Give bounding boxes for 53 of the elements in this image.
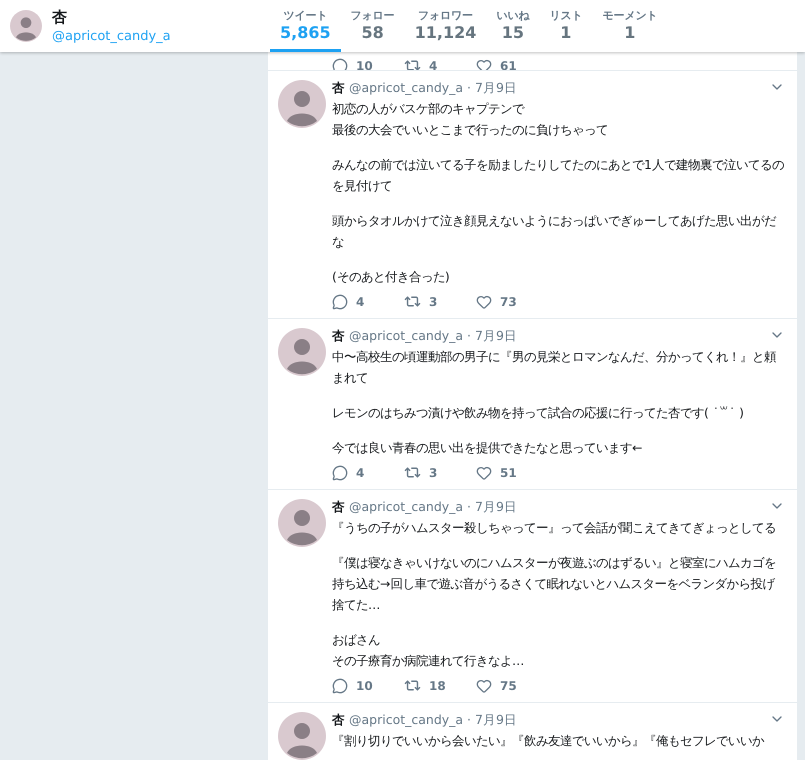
tweet-text: その子療育か病院連れて行きなよ… xyxy=(332,652,526,670)
like-count: 73 xyxy=(500,294,517,308)
profile-handle[interactable]: @apricot_candy_a xyxy=(52,29,171,44)
tweet-text: 『割り切りでいいから会いたい』『飲み友達でいいから』『俺もセフレでいいか xyxy=(332,732,766,750)
tweet-author[interactable]: 杏 xyxy=(332,499,345,516)
stat-tab[interactable]: リスト 1 xyxy=(539,0,592,52)
stat-tab[interactable]: モーメント 1 xyxy=(592,0,668,52)
retweet-count: 3 xyxy=(429,294,438,308)
heart-icon[interactable] xyxy=(476,294,492,310)
stat-tab[interactable]: フォロワー 11,124 xyxy=(404,0,486,52)
tweet-meta: @apricot_candy_a · 7月9日 xyxy=(349,328,517,345)
tweet-text: 今では良い青春の思い出を提供できたなと思っています← xyxy=(332,439,644,457)
avatar[interactable] xyxy=(278,712,326,760)
retweet-count: 4 xyxy=(429,58,438,70)
like-count: 61 xyxy=(500,58,517,70)
avatar[interactable] xyxy=(278,328,326,376)
tweet-text: 『僕は寝なきゃいけないのにハムスターが夜遊ぶのはずるい』と寝室にハムカゴを持ち込む→回し車で遊ぶ音がうるさくて眠れないとハムスターをベランダから投げ捨てた… xyxy=(332,554,777,614)
tweet-text: レモンのはちみつ漬けや飲み物を持って試合の応援に行ってた杏です( ˙꒳˙ ) xyxy=(332,404,745,422)
heart-icon[interactable] xyxy=(476,678,492,694)
reply-icon[interactable] xyxy=(332,678,348,694)
tweet-meta: @apricot_candy_a · 7月9日 xyxy=(349,80,517,97)
retweet-count: 3 xyxy=(429,466,438,480)
tweet-meta: @apricot_candy_a · 7月9日 xyxy=(349,499,517,516)
heart-icon[interactable] xyxy=(476,58,492,70)
tweet-text: みんなの前では泣いてる子を励ましたりしてたのにあとで1人で建物裏で泣いてるのを見付けて xyxy=(332,156,785,195)
reply-icon[interactable] xyxy=(332,464,348,480)
reply-count: 10 xyxy=(356,678,373,692)
tweet-text: 初恋の人がバスケ部のキャプテンで xyxy=(332,100,526,118)
avatar[interactable] xyxy=(278,80,326,128)
tweet-text: (そのあと付き合った) xyxy=(332,268,451,286)
reply-icon[interactable] xyxy=(332,58,348,70)
tweet-text: おばさん xyxy=(332,631,381,649)
stat-tab[interactable]: いいね 15 xyxy=(486,0,540,52)
reply-icon[interactable] xyxy=(332,294,348,310)
tweet-text: 最後の大会でいいとこまで行ったのに負けちゃって xyxy=(332,121,609,139)
avatar[interactable] xyxy=(278,499,326,547)
stat-tab[interactable]: フォロー 58 xyxy=(340,0,405,52)
avatar[interactable] xyxy=(10,10,42,42)
profile-name: 杏 xyxy=(52,8,68,27)
tweet-author[interactable]: 杏 xyxy=(332,328,345,345)
tweet-text: 中〜高校生の頃運動部の男子に『男の見栄とロマンなんだ、分かってくれ！』と頼まれて xyxy=(332,348,777,387)
tweet-text: 頭からタオルかけて泣き顔見えないようにおっぱいでぎゅーしてあげた思い出がだな xyxy=(332,212,778,251)
reply-count: 10 xyxy=(356,58,373,70)
like-count: 75 xyxy=(500,678,517,692)
reply-count: 4 xyxy=(356,294,364,308)
retweet-count: 18 xyxy=(429,678,446,692)
tweet-text: 『うちの子がハムスター殺しちゃってー』って会話が聞こえてきてぎょっとしてる xyxy=(332,519,777,537)
tweet-author[interactable]: 杏 xyxy=(332,712,345,729)
heart-icon[interactable] xyxy=(476,464,492,480)
like-count: 51 xyxy=(500,466,517,480)
tweet-author[interactable]: 杏 xyxy=(332,80,345,97)
reply-count: 4 xyxy=(356,466,364,480)
tweet-meta: @apricot_candy_a · 7月9日 xyxy=(349,712,517,729)
